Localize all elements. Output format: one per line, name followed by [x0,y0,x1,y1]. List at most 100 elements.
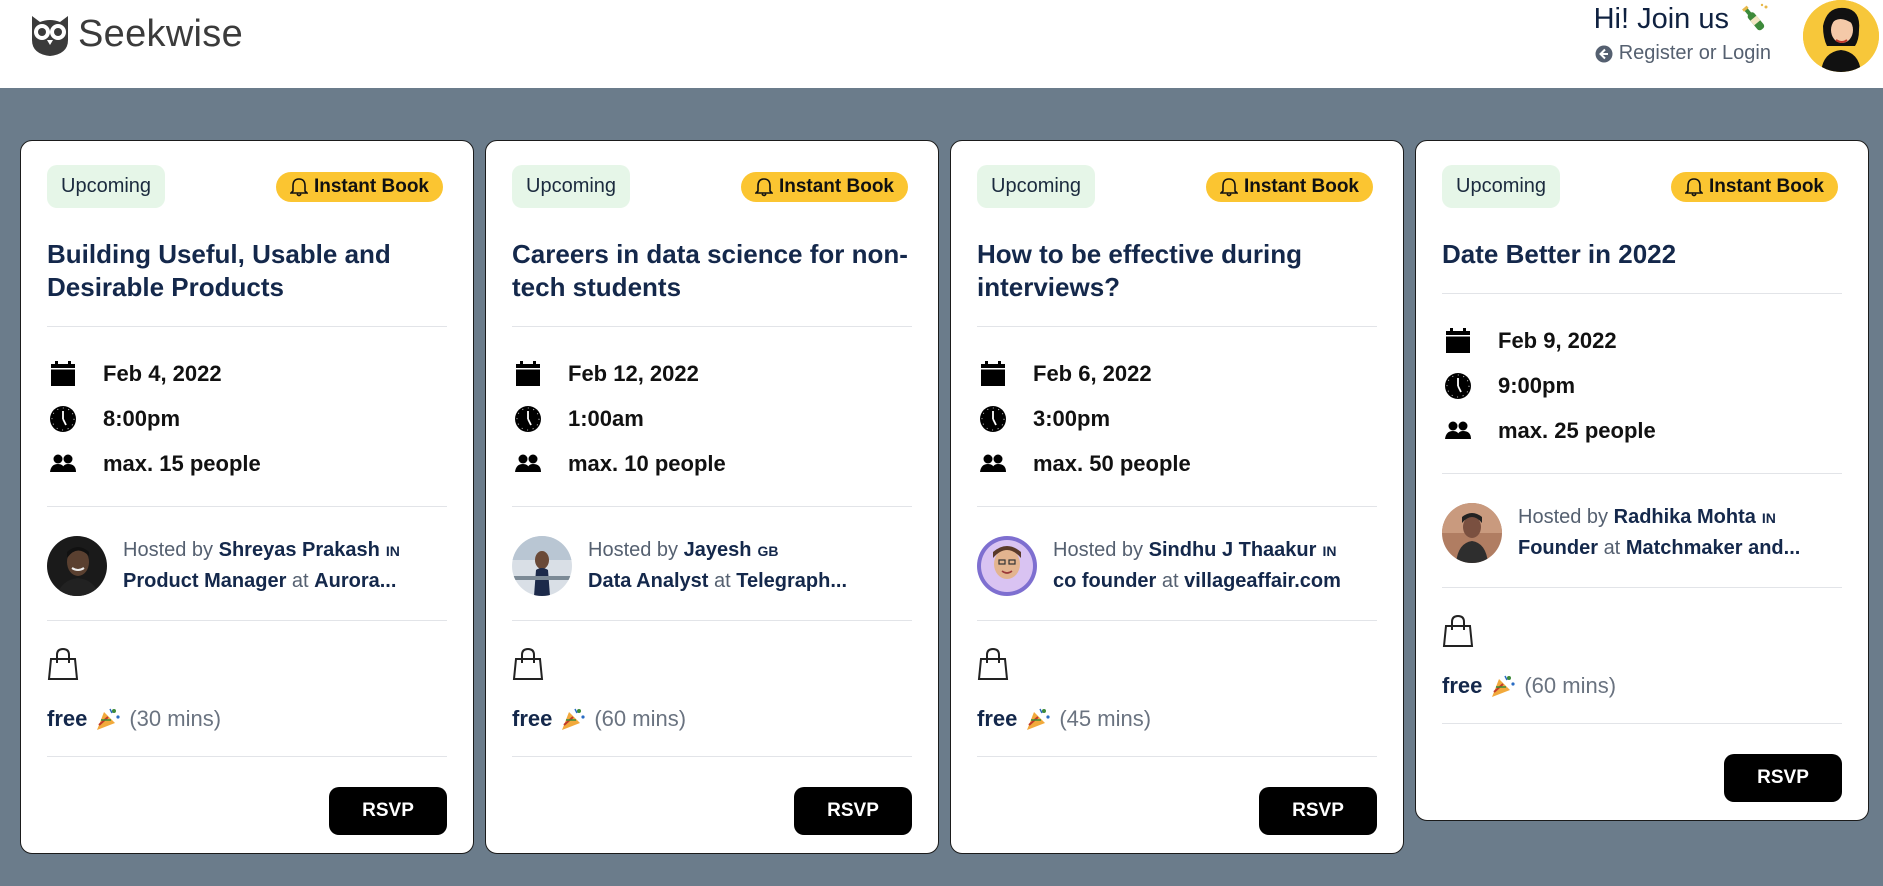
host-avatar[interactable] [47,535,107,596]
user-avatar[interactable] [1803,0,1879,72]
hosted-by-label: Hosted by [123,539,214,561]
register-login-text: Register or Login [1618,42,1771,64]
status-badge: Upcoming [47,165,166,208]
date-text: Feb 6, 2022 [1033,360,1152,386]
event-time: 3:00pm [977,396,1377,441]
hosted-by-label: Hosted by [1053,539,1144,561]
date-text: Feb 12, 2022 [568,360,699,386]
calendar-icon [981,360,1005,386]
rsvp-button[interactable]: RSVP [794,787,912,835]
join-title-text: Hi! Join us [1593,2,1729,35]
host-avatar[interactable] [977,535,1037,596]
clock-icon [1445,372,1471,399]
instant-book-label: Instant Book [1243,175,1359,197]
host-info[interactable]: Hosted by Radhika Mohta IN Founder at Mat… [1442,474,1842,587]
event-date: Feb 6, 2022 [977,351,1377,396]
party-popper-icon [1027,708,1050,730]
host-details: Hosted by Radhika Mohta IN Founder at Mat… [1518,502,1800,563]
event-time: 1:00am [512,396,912,441]
clock-icon [980,405,1006,432]
bell-icon [754,177,773,196]
event-capacity: max. 10 people [512,441,912,486]
host-country: IN [1322,543,1337,559]
host-name[interactable]: Radhika Mohta [1614,506,1756,528]
host-role: Data Analyst [588,570,709,592]
shopping-bag-icon [977,647,1009,680]
host-role: Founder [1518,537,1598,559]
calendar-icon [51,360,75,386]
event-card[interactable]: Upcoming Instant Book Building Useful, U… [20,140,474,854]
host-name[interactable]: Sindhu J Thaakur [1149,539,1317,561]
hosted-by-label: Hosted by [588,539,679,561]
shopping-bag-icon [512,647,544,680]
host-name[interactable]: Shreyas Prakash [219,539,380,561]
host-role: Product Manager [123,570,287,592]
rsvp-button[interactable]: RSVP [1259,787,1377,835]
event-date: Feb 4, 2022 [47,351,447,396]
host-details: Hosted by Sindhu J Thaakur IN co founder … [1053,535,1341,596]
event-card[interactable]: Upcoming Instant Book How to be effectiv… [950,140,1404,854]
user-avatar-illustration [1803,0,1879,72]
shopping-bag-icon [47,647,79,680]
host-company: Telegraph... [736,570,847,592]
host-name[interactable]: Jayesh [684,539,752,561]
top-bar: Seekwise Hi! Join us Register or Login [0,0,1883,88]
users-icon [980,454,1006,472]
event-card[interactable]: Upcoming Instant Book Date Better in 202… [1415,140,1869,821]
price-text: free [1442,673,1483,698]
instant-book-label: Instant Book [778,175,894,197]
party-popper-icon [1492,675,1515,697]
join-section: Hi! Join us Register or Login [1594,2,1771,65]
arrow-circle-left-icon [1595,45,1613,62]
at-label: at [713,570,731,592]
instant-book-badge: Instant Book [1670,171,1838,202]
instant-book-badge: Instant Book [740,171,908,202]
host-info[interactable]: Hosted by Shreyas Prakash IN Product Mana… [47,507,447,620]
host-details: Hosted by Jayesh GB Data Analyst at Teleg… [588,535,847,596]
host-details: Hosted by Shreyas Prakash IN Product Mana… [123,535,400,596]
host-avatar[interactable] [512,535,572,596]
host-role: co founder [1053,570,1157,592]
price-row: free (60 mins) [1442,673,1842,699]
event-title[interactable]: Date Better in 2022 [1442,238,1842,271]
capacity-text: max. 15 people [103,450,261,476]
event-capacity: max. 25 people [1442,408,1842,453]
event-title[interactable]: Careers in data science for non-tech stu… [512,238,912,304]
status-badge: Upcoming [1442,165,1561,208]
brand-name: Seekwise [78,12,244,55]
host-country: IN [385,543,400,559]
rsvp-button[interactable]: RSVP [329,787,447,835]
duration-text: (45 mins) [1059,706,1152,731]
event-capacity: max. 50 people [977,441,1377,486]
event-title[interactable]: Building Useful, Usable and Desirable Pr… [47,238,447,304]
event-date: Feb 9, 2022 [1442,318,1842,363]
duration-text: (60 mins) [594,706,687,731]
price-row: free (60 mins) [512,706,912,732]
brand-logo[interactable]: Seekwise [28,10,243,58]
capacity-text: max. 25 people [1498,417,1656,443]
host-avatar[interactable] [1442,502,1502,563]
shopping-bag-icon [1442,614,1474,647]
event-cards: Upcoming Instant Book Building Useful, U… [20,140,1869,854]
date-text: Feb 4, 2022 [103,360,222,386]
host-info[interactable]: Hosted by Jayesh GB Data Analyst at Teleg… [512,507,912,620]
users-icon [50,454,76,472]
price-row: free (45 mins) [977,706,1377,732]
host-company: Aurora... [314,570,397,592]
at-label: at [1161,570,1179,592]
instant-book-badge: Instant Book [1205,171,1373,202]
event-capacity: max. 15 people [47,441,447,486]
host-info[interactable]: Hosted by Sindhu J Thaakur IN co founder … [977,507,1377,620]
instant-book-label: Instant Book [1708,175,1824,197]
event-time: 8:00pm [47,396,447,441]
users-icon [1445,421,1471,439]
register-login-link[interactable]: Register or Login [1594,42,1771,65]
host-company: Matchmaker and... [1625,537,1801,559]
host-company: villageaffair.com [1184,570,1341,592]
event-card[interactable]: Upcoming Instant Book Careers in data sc… [485,140,939,854]
host-country: IN [1761,510,1776,526]
date-text: Feb 9, 2022 [1498,327,1617,353]
instant-book-badge: Instant Book [275,171,443,202]
rsvp-button[interactable]: RSVP [1724,754,1842,802]
event-title[interactable]: How to be effective during interviews? [977,238,1377,304]
